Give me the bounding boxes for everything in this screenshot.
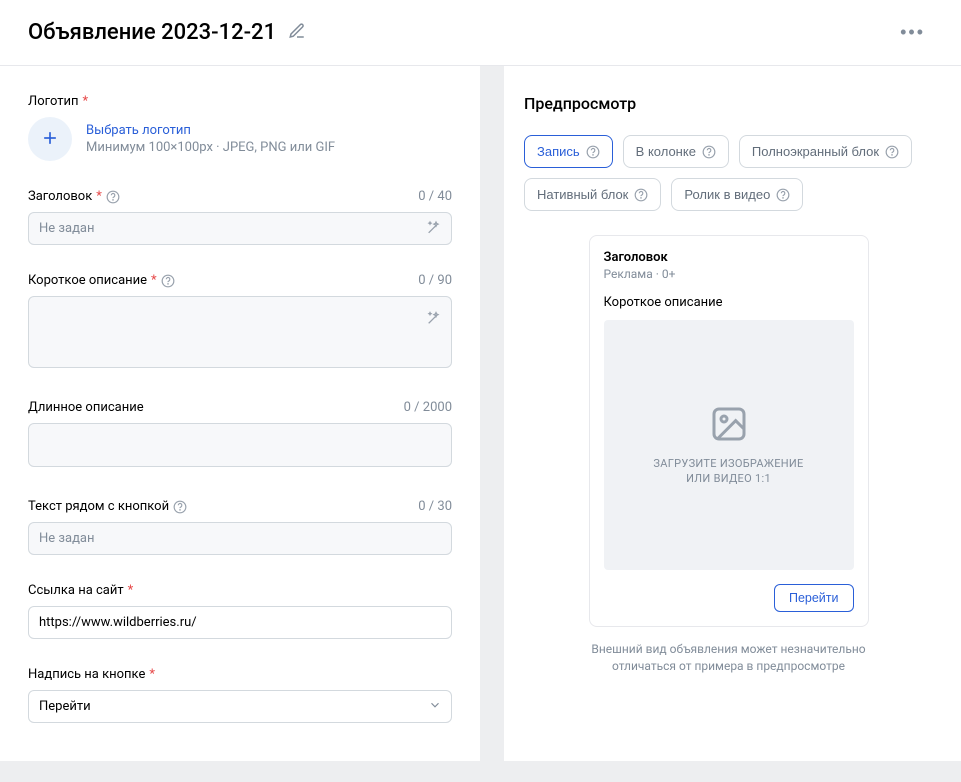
button-text-input[interactable] xyxy=(28,522,452,555)
help-icon[interactable] xyxy=(161,274,175,288)
button-text-field: Текст рядом с кнопкой 0 / 30 xyxy=(28,499,452,555)
help-icon[interactable] xyxy=(173,500,187,514)
logo-hint: Минимум 100×100px · JPEG, PNG или GIF xyxy=(86,140,335,155)
chip-label: В колонке xyxy=(636,144,696,159)
long-desc-field: Длинное описание 0 / 2000 xyxy=(28,400,452,471)
choose-logo-link[interactable]: Выбрать логотип xyxy=(86,123,335,138)
edit-title-button[interactable] xyxy=(284,18,310,47)
button-label-label: Надпись на кнопке xyxy=(28,667,145,682)
help-icon xyxy=(586,145,600,159)
long-desc-input[interactable] xyxy=(28,423,452,467)
button-text-label: Текст рядом с кнопкой xyxy=(28,499,169,514)
button-label-select[interactable]: Перейти xyxy=(28,690,452,723)
preview-title: Предпросмотр xyxy=(524,94,933,113)
chip-label: Нативный блок xyxy=(537,187,628,202)
pencil-icon xyxy=(288,22,306,43)
magic-wand-button[interactable] xyxy=(422,215,446,242)
magic-wand-button[interactable] xyxy=(422,306,446,333)
preview-note: Внешний вид объявления может незначитель… xyxy=(524,641,933,675)
chip-label: Запись xyxy=(537,144,580,159)
more-horizontal-icon: ••• xyxy=(900,22,925,43)
long-desc-label: Длинное описание xyxy=(28,400,144,415)
preview-card-title: Заголовок xyxy=(604,250,854,265)
site-link-field: Ссылка на сайт * xyxy=(28,583,452,639)
preview-cta-button[interactable]: Перейти xyxy=(774,584,854,612)
heading-field: Заголовок * 0 / 40 xyxy=(28,189,452,245)
chip-label: Ролик в видео xyxy=(684,187,770,202)
preview-card-sub: Реклама · 0+ xyxy=(604,267,854,281)
chip-video-roll[interactable]: Ролик в видео xyxy=(671,178,803,211)
preview-note-line2: отличаться от примера в предпросмотре xyxy=(524,658,933,675)
page-header: Объявление 2023-12-21 ••• xyxy=(0,0,961,66)
preview-card-media: ЗАГРУЗИТЕ ИЗОБРАЖЕНИЕ ИЛИ ВИДЕО 1:1 xyxy=(604,320,854,570)
chip-column[interactable]: В колонке xyxy=(623,135,729,168)
preview-card: Заголовок Реклама · 0+ Короткое описание… xyxy=(589,235,869,627)
preview-chips: Запись В колонке Полноэкранный блок Нати… xyxy=(524,135,933,211)
heading-label: Заголовок xyxy=(28,189,92,204)
button-text-counter: 0 / 30 xyxy=(418,499,452,514)
chip-post[interactable]: Запись xyxy=(524,135,613,168)
help-icon xyxy=(702,145,716,159)
preview-card-desc: Короткое описание xyxy=(604,295,854,310)
preview-media-line2: ИЛИ ВИДЕО 1:1 xyxy=(653,471,803,486)
chip-native[interactable]: Нативный блок xyxy=(524,178,661,211)
help-icon[interactable] xyxy=(106,190,120,204)
page-title: Объявление 2023-12-21 xyxy=(28,20,276,45)
add-logo-button[interactable] xyxy=(28,117,72,161)
short-desc-input[interactable] xyxy=(28,296,452,368)
logo-field: Логотип * Выбрать логотип Минимум 100×10… xyxy=(28,94,452,161)
preview-media-line1: ЗАГРУЗИТЕ ИЗОБРАЖЕНИЕ xyxy=(653,456,803,471)
logo-label: Логотип xyxy=(28,94,78,109)
form-panel: Логотип * Выбрать логотип Минимум 100×10… xyxy=(0,66,480,761)
required-marker: * xyxy=(128,583,134,598)
image-icon xyxy=(709,404,749,448)
chip-fullscreen[interactable]: Полноэкранный блок xyxy=(739,135,912,168)
button-label-field: Надпись на кнопке * Перейти xyxy=(28,667,452,723)
site-link-label: Ссылка на сайт xyxy=(28,583,124,598)
help-icon xyxy=(885,145,899,159)
chip-label: Полноэкранный блок xyxy=(752,144,879,159)
magic-wand-icon xyxy=(426,219,442,238)
preview-note-line1: Внешний вид объявления может незначитель… xyxy=(524,641,933,658)
site-link-input[interactable] xyxy=(28,606,452,639)
short-desc-counter: 0 / 90 xyxy=(418,273,452,288)
more-actions-button[interactable]: ••• xyxy=(892,18,933,47)
required-marker: * xyxy=(96,189,102,204)
short-desc-label: Короткое описание xyxy=(28,273,147,288)
help-icon xyxy=(776,188,790,202)
required-marker: * xyxy=(82,94,88,109)
heading-counter: 0 / 40 xyxy=(418,189,452,204)
help-icon xyxy=(634,188,648,202)
preview-panel: Предпросмотр Запись В колонке Полноэкран… xyxy=(504,66,961,761)
magic-wand-icon xyxy=(426,310,442,329)
long-desc-counter: 0 / 2000 xyxy=(404,400,452,415)
required-marker: * xyxy=(149,667,155,682)
short-desc-field: Короткое описание * 0 / 90 xyxy=(28,273,452,372)
plus-icon xyxy=(40,128,60,151)
heading-input[interactable] xyxy=(28,212,452,245)
required-marker: * xyxy=(151,273,157,288)
